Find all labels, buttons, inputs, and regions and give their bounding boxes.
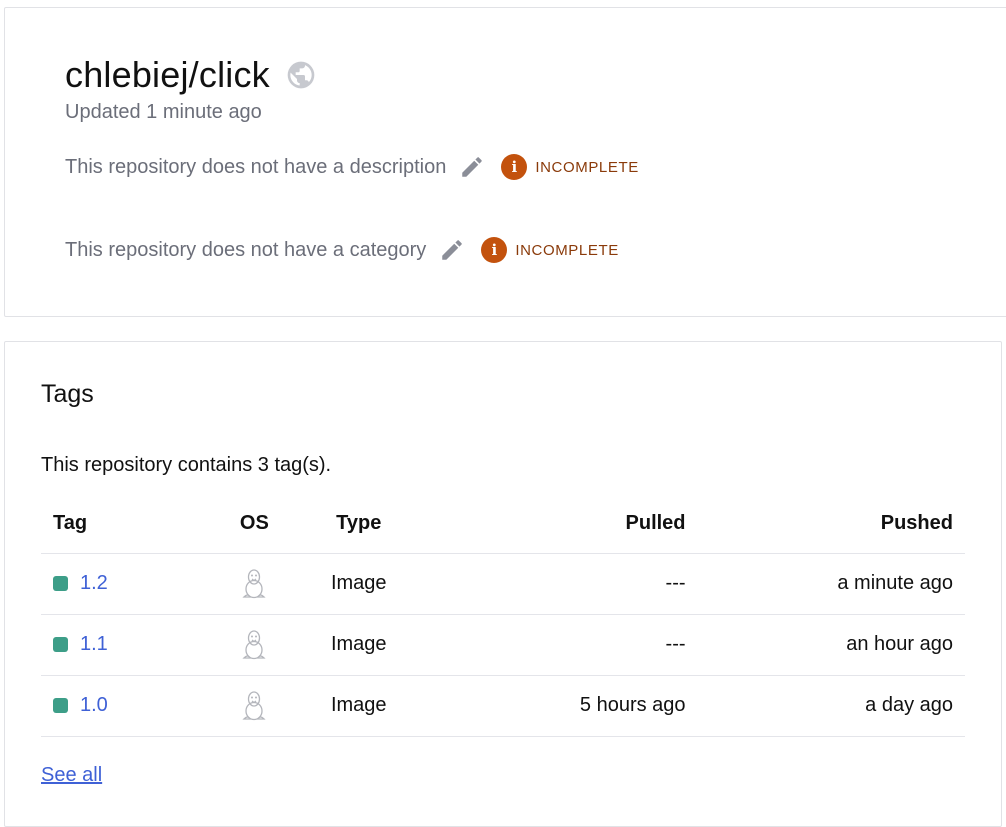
tag-cell: 1.2: [53, 572, 198, 595]
see-all-link[interactable]: See all: [41, 764, 102, 787]
pulled-cell: 5 hours ago: [418, 675, 698, 737]
pulled-cell: ---: [418, 614, 698, 676]
table-row: 1.1 Image --- an hour ago: [41, 614, 965, 676]
linux-icon: [241, 629, 267, 661]
column-header-os: OS: [209, 495, 300, 554]
tag-link[interactable]: 1.1: [80, 633, 108, 656]
tags-count-text: This repository contains 3 tag(s).: [41, 454, 332, 476]
tag-link[interactable]: 1.2: [80, 572, 108, 595]
pushed-cell: a day ago: [697, 675, 965, 737]
pushed-cell: an hour ago: [697, 614, 965, 676]
table-row: 1.0 Image 5 hours ago a day ago: [41, 675, 965, 737]
badge-label: INCOMPLETE: [515, 241, 619, 259]
tags-table: Tag OS Type Pulled Pushed 1.2 Image --- …: [41, 495, 965, 737]
repo-title-row: chlebiej/click: [65, 54, 317, 96]
repository-summary-card: chlebiej/click Updated 1 minute ago This…: [4, 7, 1006, 317]
repo-title: chlebiej/click: [65, 54, 270, 95]
table-row: 1.2 Image --- a minute ago: [41, 553, 965, 615]
column-header-pulled: Pulled: [418, 495, 698, 554]
info-icon: i: [481, 237, 508, 263]
type-cell: Image: [299, 614, 419, 676]
updated-timestamp: Updated 1 minute ago: [65, 101, 262, 123]
column-header-tag: Tag: [41, 495, 210, 554]
description-row: This repository does not have a descript…: [65, 154, 639, 180]
badge-label: INCOMPLETE: [535, 158, 639, 176]
description-incomplete-badge: i INCOMPLETE: [501, 154, 639, 180]
tags-heading: Tags: [41, 380, 94, 408]
type-cell: Image: [299, 553, 419, 615]
category-incomplete-badge: i INCOMPLETE: [481, 237, 619, 263]
category-row: This repository does not have a category…: [65, 237, 619, 263]
linux-icon: [241, 690, 267, 722]
tag-cell: 1.1: [53, 633, 198, 656]
tag-status-indicator: [53, 698, 68, 713]
pushed-cell: a minute ago: [697, 553, 965, 615]
category-text: This repository does not have a category: [65, 238, 427, 261]
column-header-pushed: Pushed: [697, 495, 965, 554]
tag-link[interactable]: 1.0: [80, 694, 108, 717]
tags-card: Tags This repository contains 3 tag(s). …: [4, 341, 1002, 827]
type-cell: Image: [299, 675, 419, 737]
globe-icon: [285, 59, 317, 91]
column-header-type: Type: [299, 495, 419, 554]
edit-category-pencil-icon[interactable]: [439, 237, 465, 263]
table-header-row: Tag OS Type Pulled Pushed: [41, 495, 965, 554]
tag-status-indicator: [53, 576, 68, 591]
info-icon: i: [501, 154, 528, 180]
linux-icon: [241, 568, 267, 600]
pulled-cell: ---: [418, 553, 698, 615]
edit-description-pencil-icon[interactable]: [459, 154, 485, 180]
tag-cell: 1.0: [53, 694, 198, 717]
tag-status-indicator: [53, 637, 68, 652]
description-text: This repository does not have a descript…: [65, 155, 447, 178]
